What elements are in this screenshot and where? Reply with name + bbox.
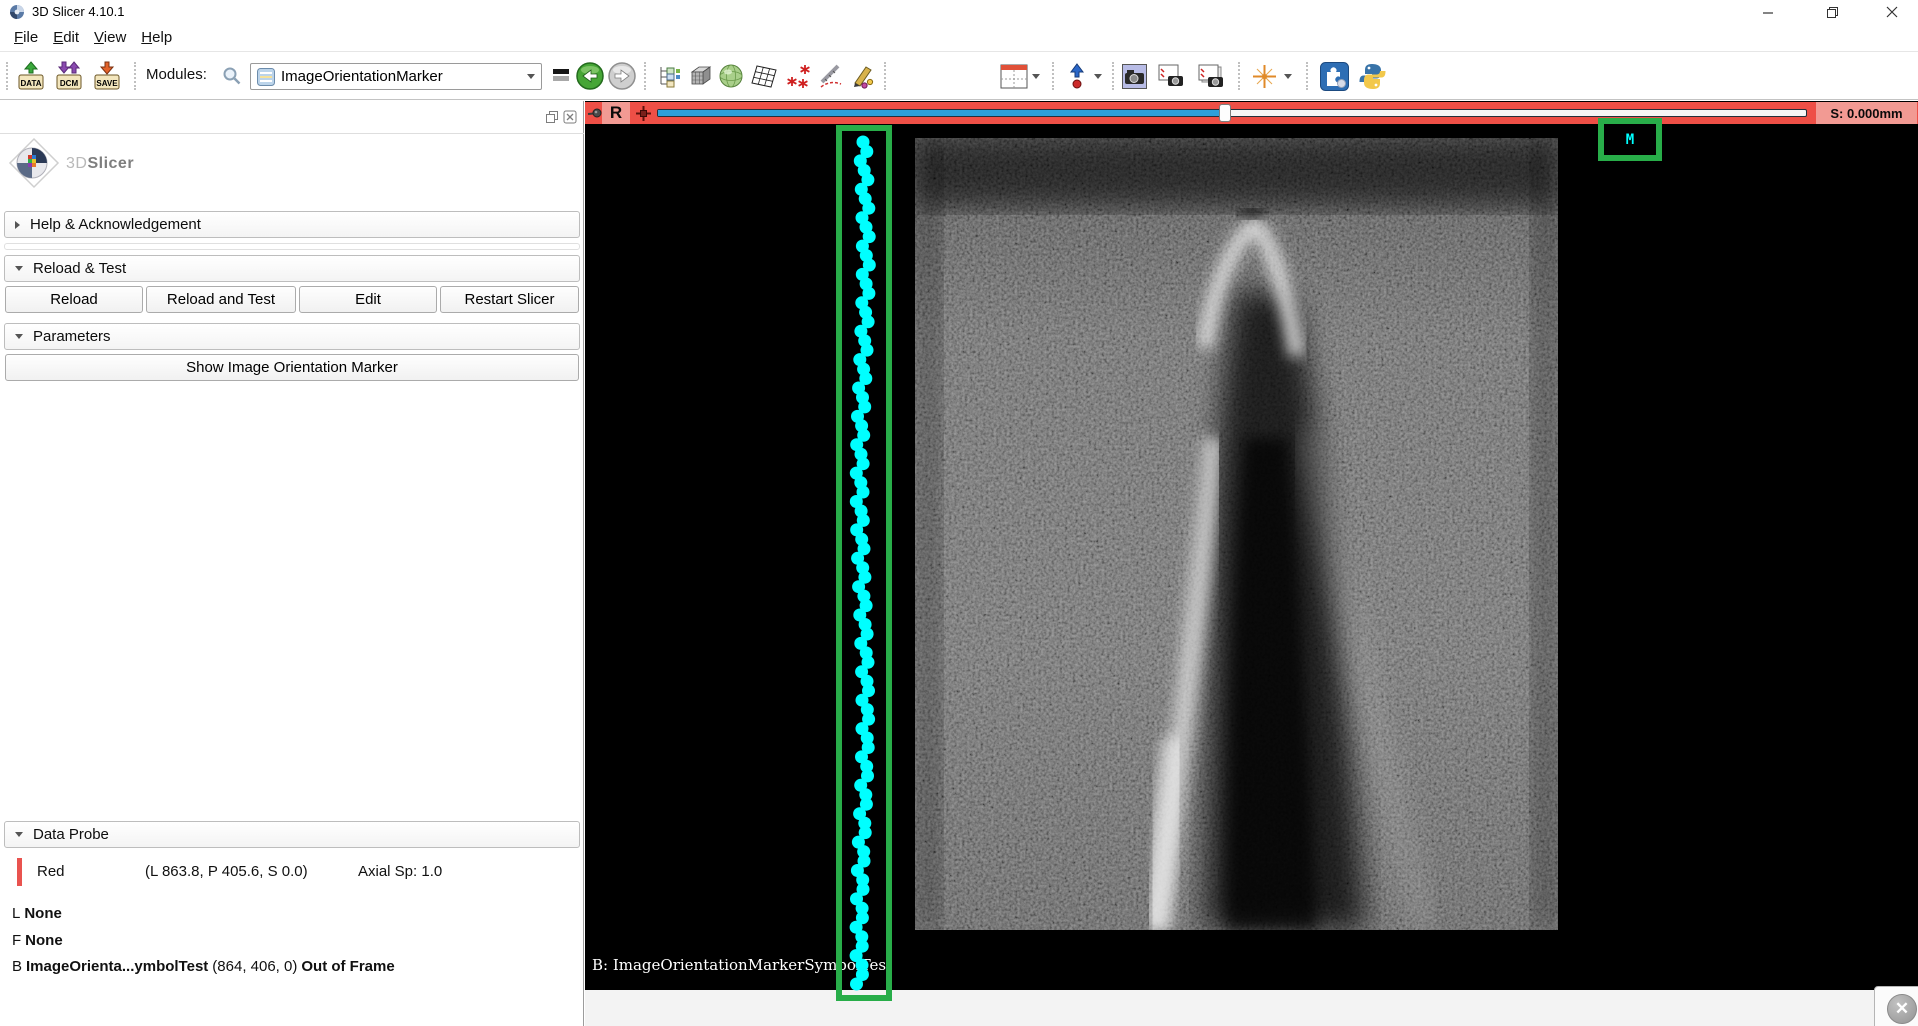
orientation-marker-letter: M bbox=[1626, 132, 1634, 148]
app-window: 3D Slicer 4.10.1 File Edit View Help DAT… bbox=[0, 0, 1918, 1026]
orientation-marker-highlight-rect: M bbox=[1598, 118, 1662, 161]
fiducial-line-highlight-rect bbox=[836, 125, 892, 1001]
